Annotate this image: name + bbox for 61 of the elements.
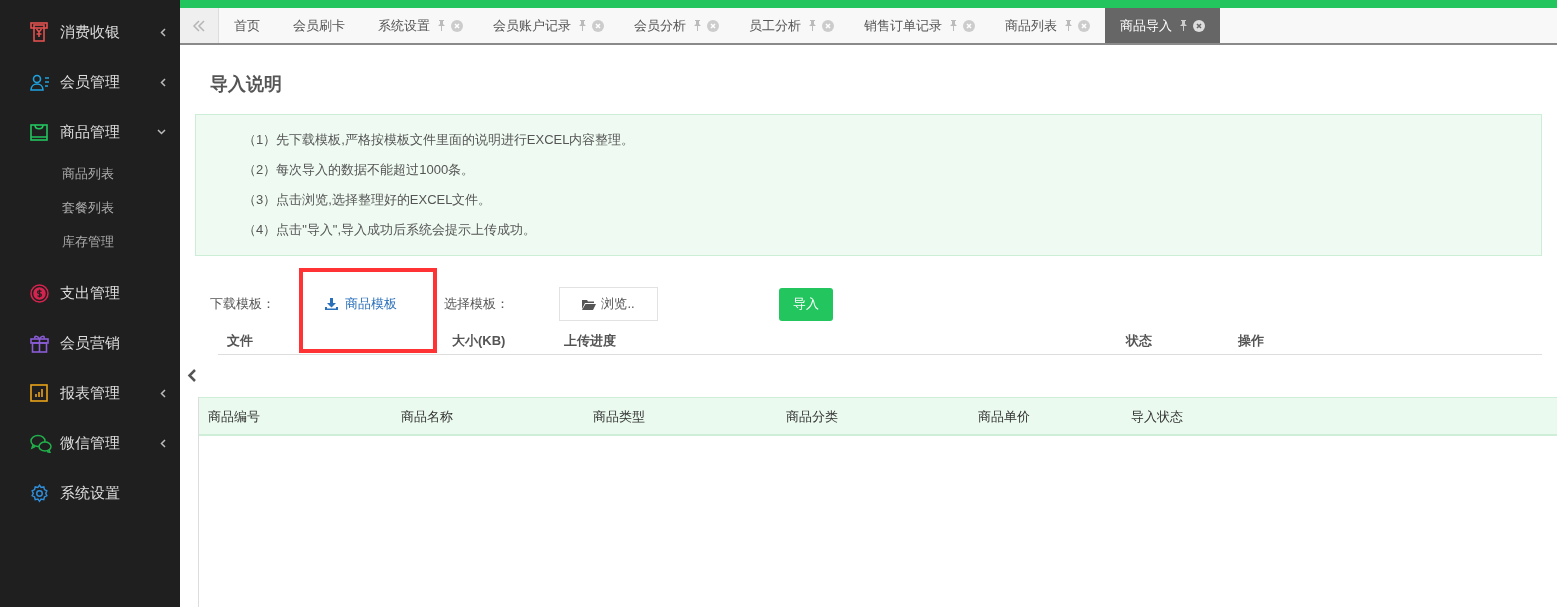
pin-icon[interactable] bbox=[694, 20, 701, 31]
column-header: 上传进度 bbox=[564, 332, 616, 350]
gift-icon bbox=[30, 333, 49, 353]
tab[interactable]: 商品导入 bbox=[1105, 8, 1220, 43]
pin-icon[interactable] bbox=[809, 20, 816, 31]
pin-icon[interactable] bbox=[579, 20, 586, 31]
browse-button[interactable]: 浏览.. bbox=[559, 287, 658, 321]
chevron-left-icon[interactable] bbox=[187, 369, 197, 382]
tab[interactable]: 会员账户记录 bbox=[478, 8, 619, 43]
column-header: 商品类型 bbox=[593, 408, 645, 426]
sidebar-subitem[interactable]: 库存管理 bbox=[0, 225, 180, 259]
instruction-text: （1）先下载模板,严格按模板文件里面的说明进行EXCEL内容整理。 bbox=[243, 131, 636, 149]
double-chevron-left-icon bbox=[192, 18, 206, 33]
tab[interactable]: 首页 bbox=[219, 8, 278, 43]
bag-icon bbox=[30, 123, 48, 141]
tab[interactable]: 销售订单记录 bbox=[849, 8, 990, 43]
column-header: 操作 bbox=[1238, 332, 1264, 350]
download-icon bbox=[325, 298, 338, 310]
section-title: 导入说明 bbox=[209, 73, 283, 96]
download-label: 下载模板： bbox=[209, 295, 276, 314]
column-header: 导入状态 bbox=[1131, 408, 1183, 426]
instruction-text: （2）每次导入的数据不能超过1000条。 bbox=[243, 161, 476, 179]
bar-chart-icon bbox=[30, 384, 48, 402]
pin-icon[interactable] bbox=[1180, 20, 1187, 31]
coin-icon bbox=[30, 283, 49, 303]
settings-icon bbox=[30, 483, 49, 503]
pin-icon[interactable] bbox=[1065, 20, 1072, 31]
tab[interactable]: 会员刷卡 bbox=[278, 8, 363, 43]
sidebar-item[interactable]: 微信管理 bbox=[0, 418, 180, 468]
pin-icon[interactable] bbox=[950, 20, 957, 31]
sidebar-item[interactable]: 会员管理 bbox=[0, 57, 180, 107]
tab[interactable]: 系统设置 bbox=[363, 8, 478, 43]
scroll-left-button[interactable] bbox=[180, 8, 219, 43]
receipt-icon bbox=[30, 22, 48, 42]
sidebar-item[interactable]: 消费收银 bbox=[0, 7, 180, 57]
sidebar-item[interactable]: 系统设置 bbox=[0, 468, 180, 518]
column-header: 文件 bbox=[227, 332, 253, 350]
column-header: 商品名称 bbox=[401, 408, 453, 426]
choose-label: 选择模板： bbox=[444, 295, 510, 314]
instruction-text: （4）点击"导入",导入成功后系统会提示上传成功。 bbox=[243, 221, 538, 239]
user-list-icon bbox=[30, 73, 50, 91]
pin-icon[interactable] bbox=[438, 20, 445, 31]
column-header: 大小(KB) bbox=[452, 332, 506, 350]
tab[interactable]: 员工分析 bbox=[734, 8, 849, 43]
column-header: 商品单价 bbox=[978, 408, 1030, 426]
folder-icon bbox=[582, 298, 597, 310]
close-icon[interactable] bbox=[1193, 19, 1205, 32]
tab[interactable]: 商品列表 bbox=[990, 8, 1105, 43]
sidebar-item[interactable]: 商品管理 bbox=[0, 107, 180, 157]
column-header: 商品分类 bbox=[786, 408, 838, 426]
instruction-text: （3）点击浏览,选择整理好的EXCEL文件。 bbox=[243, 191, 493, 209]
template-download-link[interactable]: 商品模板 bbox=[325, 294, 444, 314]
sidebar-item[interactable]: 报表管理 bbox=[0, 368, 180, 418]
sidebar-subitem[interactable]: 商品列表 bbox=[0, 157, 180, 191]
tab[interactable]: 会员分析 bbox=[619, 8, 734, 43]
chat-bubbles-icon bbox=[30, 433, 52, 453]
sidebar-item[interactable]: 会员营销 bbox=[0, 318, 180, 368]
sidebar-subitem[interactable]: 套餐列表 bbox=[0, 191, 180, 225]
column-header: 状态 bbox=[1126, 332, 1152, 350]
column-header: 商品编号 bbox=[208, 408, 260, 426]
sidebar-item[interactable]: 支出管理 bbox=[0, 268, 180, 318]
